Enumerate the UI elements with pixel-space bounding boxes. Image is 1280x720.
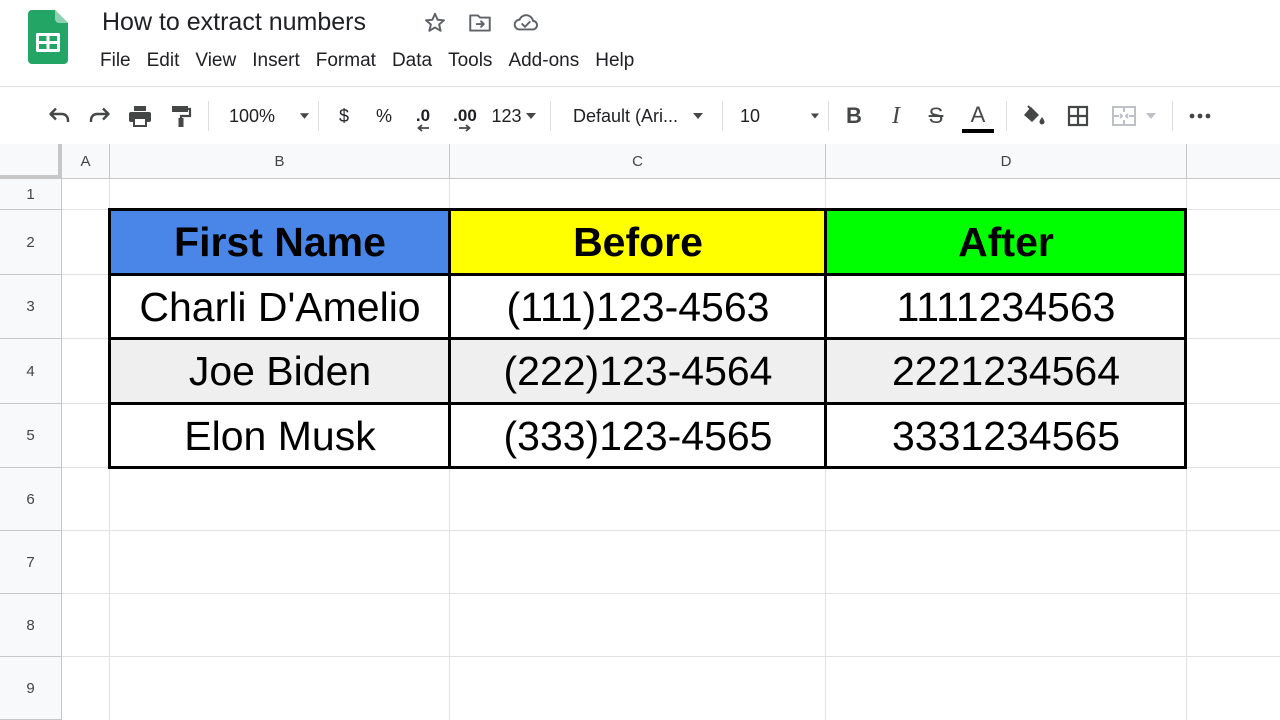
menu-file[interactable]: File bbox=[92, 48, 139, 74]
more-options-icon[interactable] bbox=[1184, 87, 1216, 145]
select-all-corner[interactable] bbox=[0, 144, 62, 179]
cell-d4[interactable]: 2221234564 bbox=[826, 339, 1186, 404]
header-cell-after[interactable]: After bbox=[826, 210, 1186, 274]
column-header-d[interactable]: D bbox=[826, 144, 1187, 179]
merge-cells-button[interactable] bbox=[1104, 87, 1164, 145]
fill-color-icon[interactable] bbox=[1018, 87, 1050, 145]
table-border bbox=[1184, 208, 1187, 469]
font-dropdown-icon bbox=[693, 113, 704, 119]
print-icon[interactable] bbox=[124, 87, 156, 145]
arrow-left-icon bbox=[417, 123, 429, 132]
table-border bbox=[108, 208, 1187, 211]
row-header-8[interactable]: 8 bbox=[0, 594, 62, 657]
move-to-folder-icon[interactable] bbox=[467, 10, 493, 36]
row-header-7[interactable]: 7 bbox=[0, 531, 62, 594]
menu-view[interactable]: View bbox=[187, 48, 244, 74]
column-header-overflow bbox=[1187, 144, 1280, 179]
percent-format-button[interactable]: % bbox=[370, 87, 398, 145]
cell-b3[interactable]: Charli D'Amelio bbox=[110, 275, 450, 339]
menu-help[interactable]: Help bbox=[587, 48, 642, 74]
cell-c4[interactable]: (222)123-4564 bbox=[450, 339, 826, 404]
menu-tools[interactable]: Tools bbox=[440, 48, 500, 74]
menu-add-ons[interactable]: Add-ons bbox=[500, 48, 587, 74]
strikethrough-button[interactable]: S bbox=[922, 87, 950, 145]
header-label-first-name: First Name bbox=[174, 218, 386, 265]
cell-c3[interactable]: (111)123-4563 bbox=[450, 275, 826, 339]
cell-d5[interactable]: 3331234565 bbox=[826, 404, 1186, 468]
text-color-button[interactable]: A bbox=[960, 87, 996, 145]
column-header-b[interactable]: B bbox=[110, 144, 450, 179]
font-family-value: Default (Ari... bbox=[573, 105, 679, 126]
italic-button[interactable]: I bbox=[882, 87, 910, 145]
merge-dropdown-icon bbox=[1146, 113, 1156, 119]
row-header-1[interactable]: 1 bbox=[0, 179, 62, 210]
menu-edit[interactable]: Edit bbox=[139, 48, 188, 74]
zoom-value: 100% bbox=[229, 105, 276, 126]
font-family-select[interactable]: Default (Ari... bbox=[564, 87, 714, 145]
menu-data[interactable]: Data bbox=[384, 48, 440, 74]
sheets-logo-icon[interactable] bbox=[28, 10, 68, 64]
cell-b5[interactable]: Elon Musk bbox=[110, 404, 450, 468]
decrease-decimal-button[interactable]: .0 bbox=[408, 87, 438, 145]
menu-bar: File Edit View Insert Format Data Tools … bbox=[92, 48, 642, 74]
undo-icon[interactable] bbox=[43, 87, 75, 145]
table-border bbox=[108, 337, 1187, 340]
text-color-swatch bbox=[962, 128, 994, 133]
table-border bbox=[448, 208, 451, 469]
row-header-5[interactable]: 5 bbox=[0, 404, 62, 468]
spreadsheet-grid[interactable]: A B C D 1 2 3 4 5 6 7 8 9 First Name Bef… bbox=[0, 144, 1280, 720]
menu-format[interactable]: Format bbox=[308, 48, 384, 74]
borders-icon[interactable] bbox=[1062, 87, 1094, 145]
table-border bbox=[108, 466, 1187, 469]
column-header-c[interactable]: C bbox=[450, 144, 826, 179]
row-header-4[interactable]: 4 bbox=[0, 339, 62, 404]
cloud-saved-icon[interactable] bbox=[512, 10, 538, 36]
cell-b4[interactable]: Joe Biden bbox=[110, 339, 450, 404]
star-icon[interactable] bbox=[422, 10, 448, 36]
row-header-9[interactable]: 9 bbox=[0, 657, 62, 720]
table-border bbox=[108, 208, 111, 469]
header-cell-first-name[interactable]: First Name bbox=[110, 210, 450, 274]
more-formats-button[interactable]: 123 bbox=[488, 87, 540, 145]
currency-format-button[interactable]: $ bbox=[330, 87, 358, 145]
font-size-select[interactable]: 10 bbox=[732, 87, 820, 145]
column-header-a[interactable]: A bbox=[62, 144, 110, 179]
cell-c5[interactable]: (333)123-4565 bbox=[450, 404, 826, 468]
zoom-dropdown-icon bbox=[299, 113, 310, 119]
row-header-6[interactable]: 6 bbox=[0, 468, 62, 531]
bold-button[interactable]: B bbox=[840, 87, 868, 145]
menu-insert[interactable]: Insert bbox=[244, 48, 308, 74]
table-border bbox=[824, 208, 827, 469]
redo-icon[interactable] bbox=[84, 87, 116, 145]
font-size-value: 10 bbox=[740, 105, 761, 126]
document-title[interactable]: How to extract numbers bbox=[102, 8, 366, 37]
table-border bbox=[108, 402, 1187, 405]
zoom-select[interactable]: 100% bbox=[222, 87, 310, 145]
table-border bbox=[108, 273, 1187, 276]
header-label-after: After bbox=[958, 218, 1054, 265]
increase-decimal-button[interactable]: .00 bbox=[448, 87, 482, 145]
merge-cells-icon bbox=[1112, 106, 1136, 126]
cell-d3[interactable]: 1111234563 bbox=[826, 275, 1186, 339]
font-size-dropdown-icon bbox=[810, 113, 820, 119]
formats-dropdown-icon bbox=[525, 113, 536, 119]
title-bar: How to extract numbers File Edit View In… bbox=[0, 0, 1280, 86]
row-header-2[interactable]: 2 bbox=[0, 210, 62, 275]
header-label-before: Before bbox=[573, 218, 703, 265]
paint-format-icon[interactable] bbox=[166, 87, 196, 145]
row-header-3[interactable]: 3 bbox=[0, 275, 62, 339]
header-cell-before[interactable]: Before bbox=[450, 210, 826, 274]
arrow-right-icon bbox=[459, 123, 471, 132]
toolbar: 100% $ % .0 .00 123 Default (Ari... 10 B… bbox=[0, 86, 1280, 144]
